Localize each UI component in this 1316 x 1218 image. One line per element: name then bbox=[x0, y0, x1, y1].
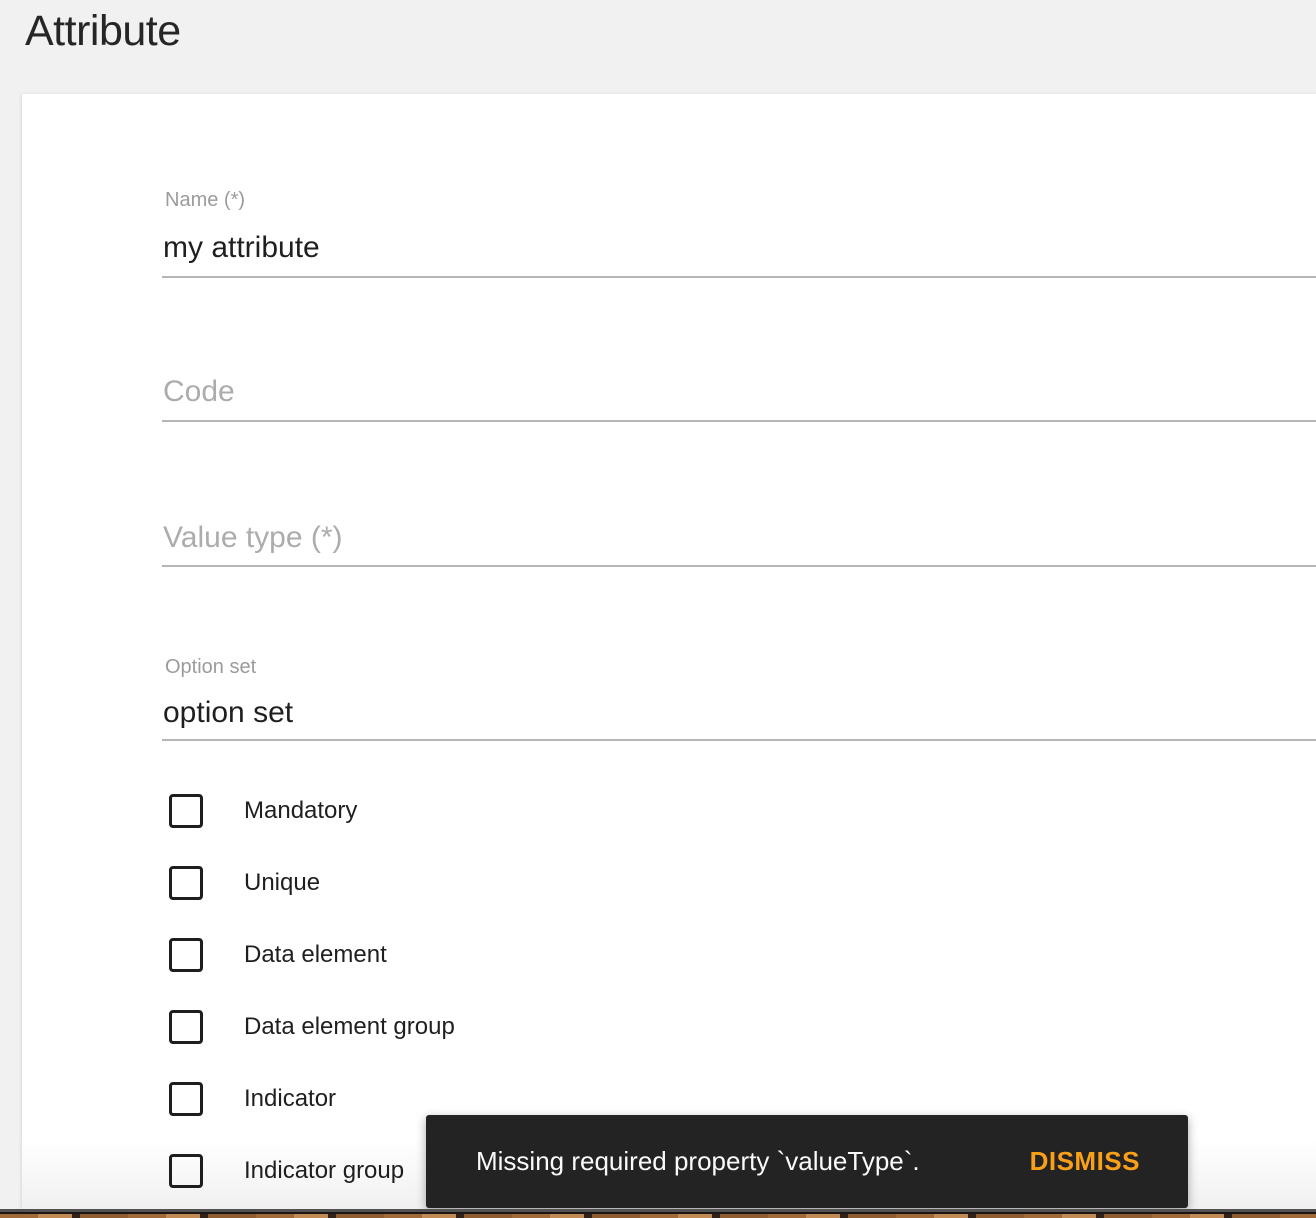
indicator-group-checkbox-label: Indicator group bbox=[244, 1157, 405, 1184]
snackbar: Missing required property `valueType`. D… bbox=[426, 1115, 1188, 1208]
name-input[interactable]: my attribute bbox=[163, 230, 320, 266]
dismiss-button[interactable]: DISMISS bbox=[1030, 1146, 1140, 1177]
name-input-underline bbox=[162, 276, 1316, 278]
option-set-underline bbox=[162, 739, 1316, 741]
value-type-underline bbox=[162, 565, 1316, 567]
data-element-checkbox[interactable] bbox=[169, 938, 203, 972]
desktop-wallpaper-strip bbox=[0, 1214, 1316, 1218]
unique-checkbox-label: Unique bbox=[244, 869, 321, 896]
checkbox-row-indicator-group[interactable]: Indicator group bbox=[169, 1154, 404, 1188]
attribute-form-card: Name (*) my attribute Code Value type (*… bbox=[22, 94, 1316, 1209]
checkbox-row-indicator[interactable]: Indicator bbox=[169, 1082, 336, 1116]
checkbox-row-mandatory[interactable]: Mandatory bbox=[169, 794, 357, 828]
value-type-select[interactable]: Value type (*) bbox=[163, 518, 343, 558]
indicator-checkbox[interactable] bbox=[169, 1082, 203, 1116]
code-input[interactable]: Code bbox=[163, 372, 235, 412]
snackbar-message: Missing required property `valueType`. bbox=[476, 1146, 920, 1176]
checkbox-row-data-element-group[interactable]: Data element group bbox=[169, 1010, 455, 1044]
checkbox-row-unique[interactable]: Unique bbox=[169, 866, 320, 900]
data-element-checkbox-label: Data element bbox=[244, 941, 387, 968]
data-element-group-checkbox[interactable] bbox=[169, 1010, 203, 1044]
indicator-checkbox-label: Indicator bbox=[244, 1085, 337, 1112]
page-title: Attribute bbox=[25, 7, 181, 55]
option-set-field-label: Option set bbox=[165, 656, 257, 678]
mandatory-checkbox-label: Mandatory bbox=[244, 797, 358, 824]
data-element-group-checkbox-label: Data element group bbox=[244, 1013, 455, 1040]
code-input-underline bbox=[162, 420, 1316, 422]
checkbox-row-data-element[interactable]: Data element bbox=[169, 938, 387, 972]
unique-checkbox[interactable] bbox=[169, 866, 203, 900]
name-field-label: Name (*) bbox=[165, 189, 246, 211]
option-set-select[interactable]: option set bbox=[163, 695, 293, 731]
mandatory-checkbox[interactable] bbox=[169, 794, 203, 828]
indicator-group-checkbox[interactable] bbox=[169, 1154, 203, 1188]
